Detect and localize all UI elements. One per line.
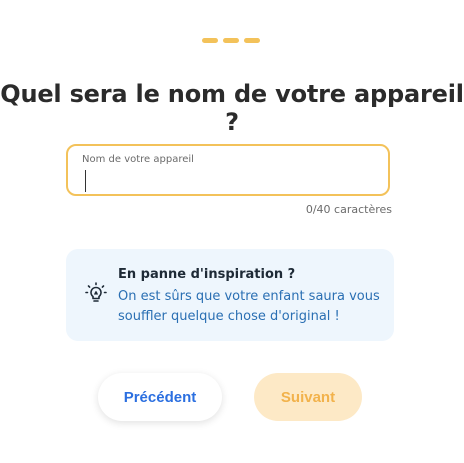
device-name-field[interactable]: Nom de votre appareil [66, 144, 390, 196]
next-button[interactable]: Suivant [254, 373, 362, 421]
step-dash-2 [223, 38, 239, 43]
device-name-label: Nom de votre appareil [82, 154, 194, 165]
previous-button[interactable]: Précédent [98, 373, 222, 421]
tip-text: On est sûrs que votre enfant saura vous … [118, 289, 380, 324]
step-dash-1 [202, 38, 218, 43]
tip-title: En panne d'inspiration ? [118, 267, 296, 282]
page-title: Quel sera le nom de votre appareil ? [0, 80, 464, 136]
lightbulb-icon [85, 282, 107, 302]
text-caret [85, 170, 86, 192]
step-dash-3 [244, 38, 260, 43]
character-counter: 0/40 caractères [305, 203, 392, 216]
progress-stepper [202, 38, 260, 44]
device-name-page: Quel sera le nom de votre appareil ? Nom… [0, 0, 464, 463]
inspiration-tip: En panne d'inspiration ? On est sûrs que… [66, 249, 394, 341]
